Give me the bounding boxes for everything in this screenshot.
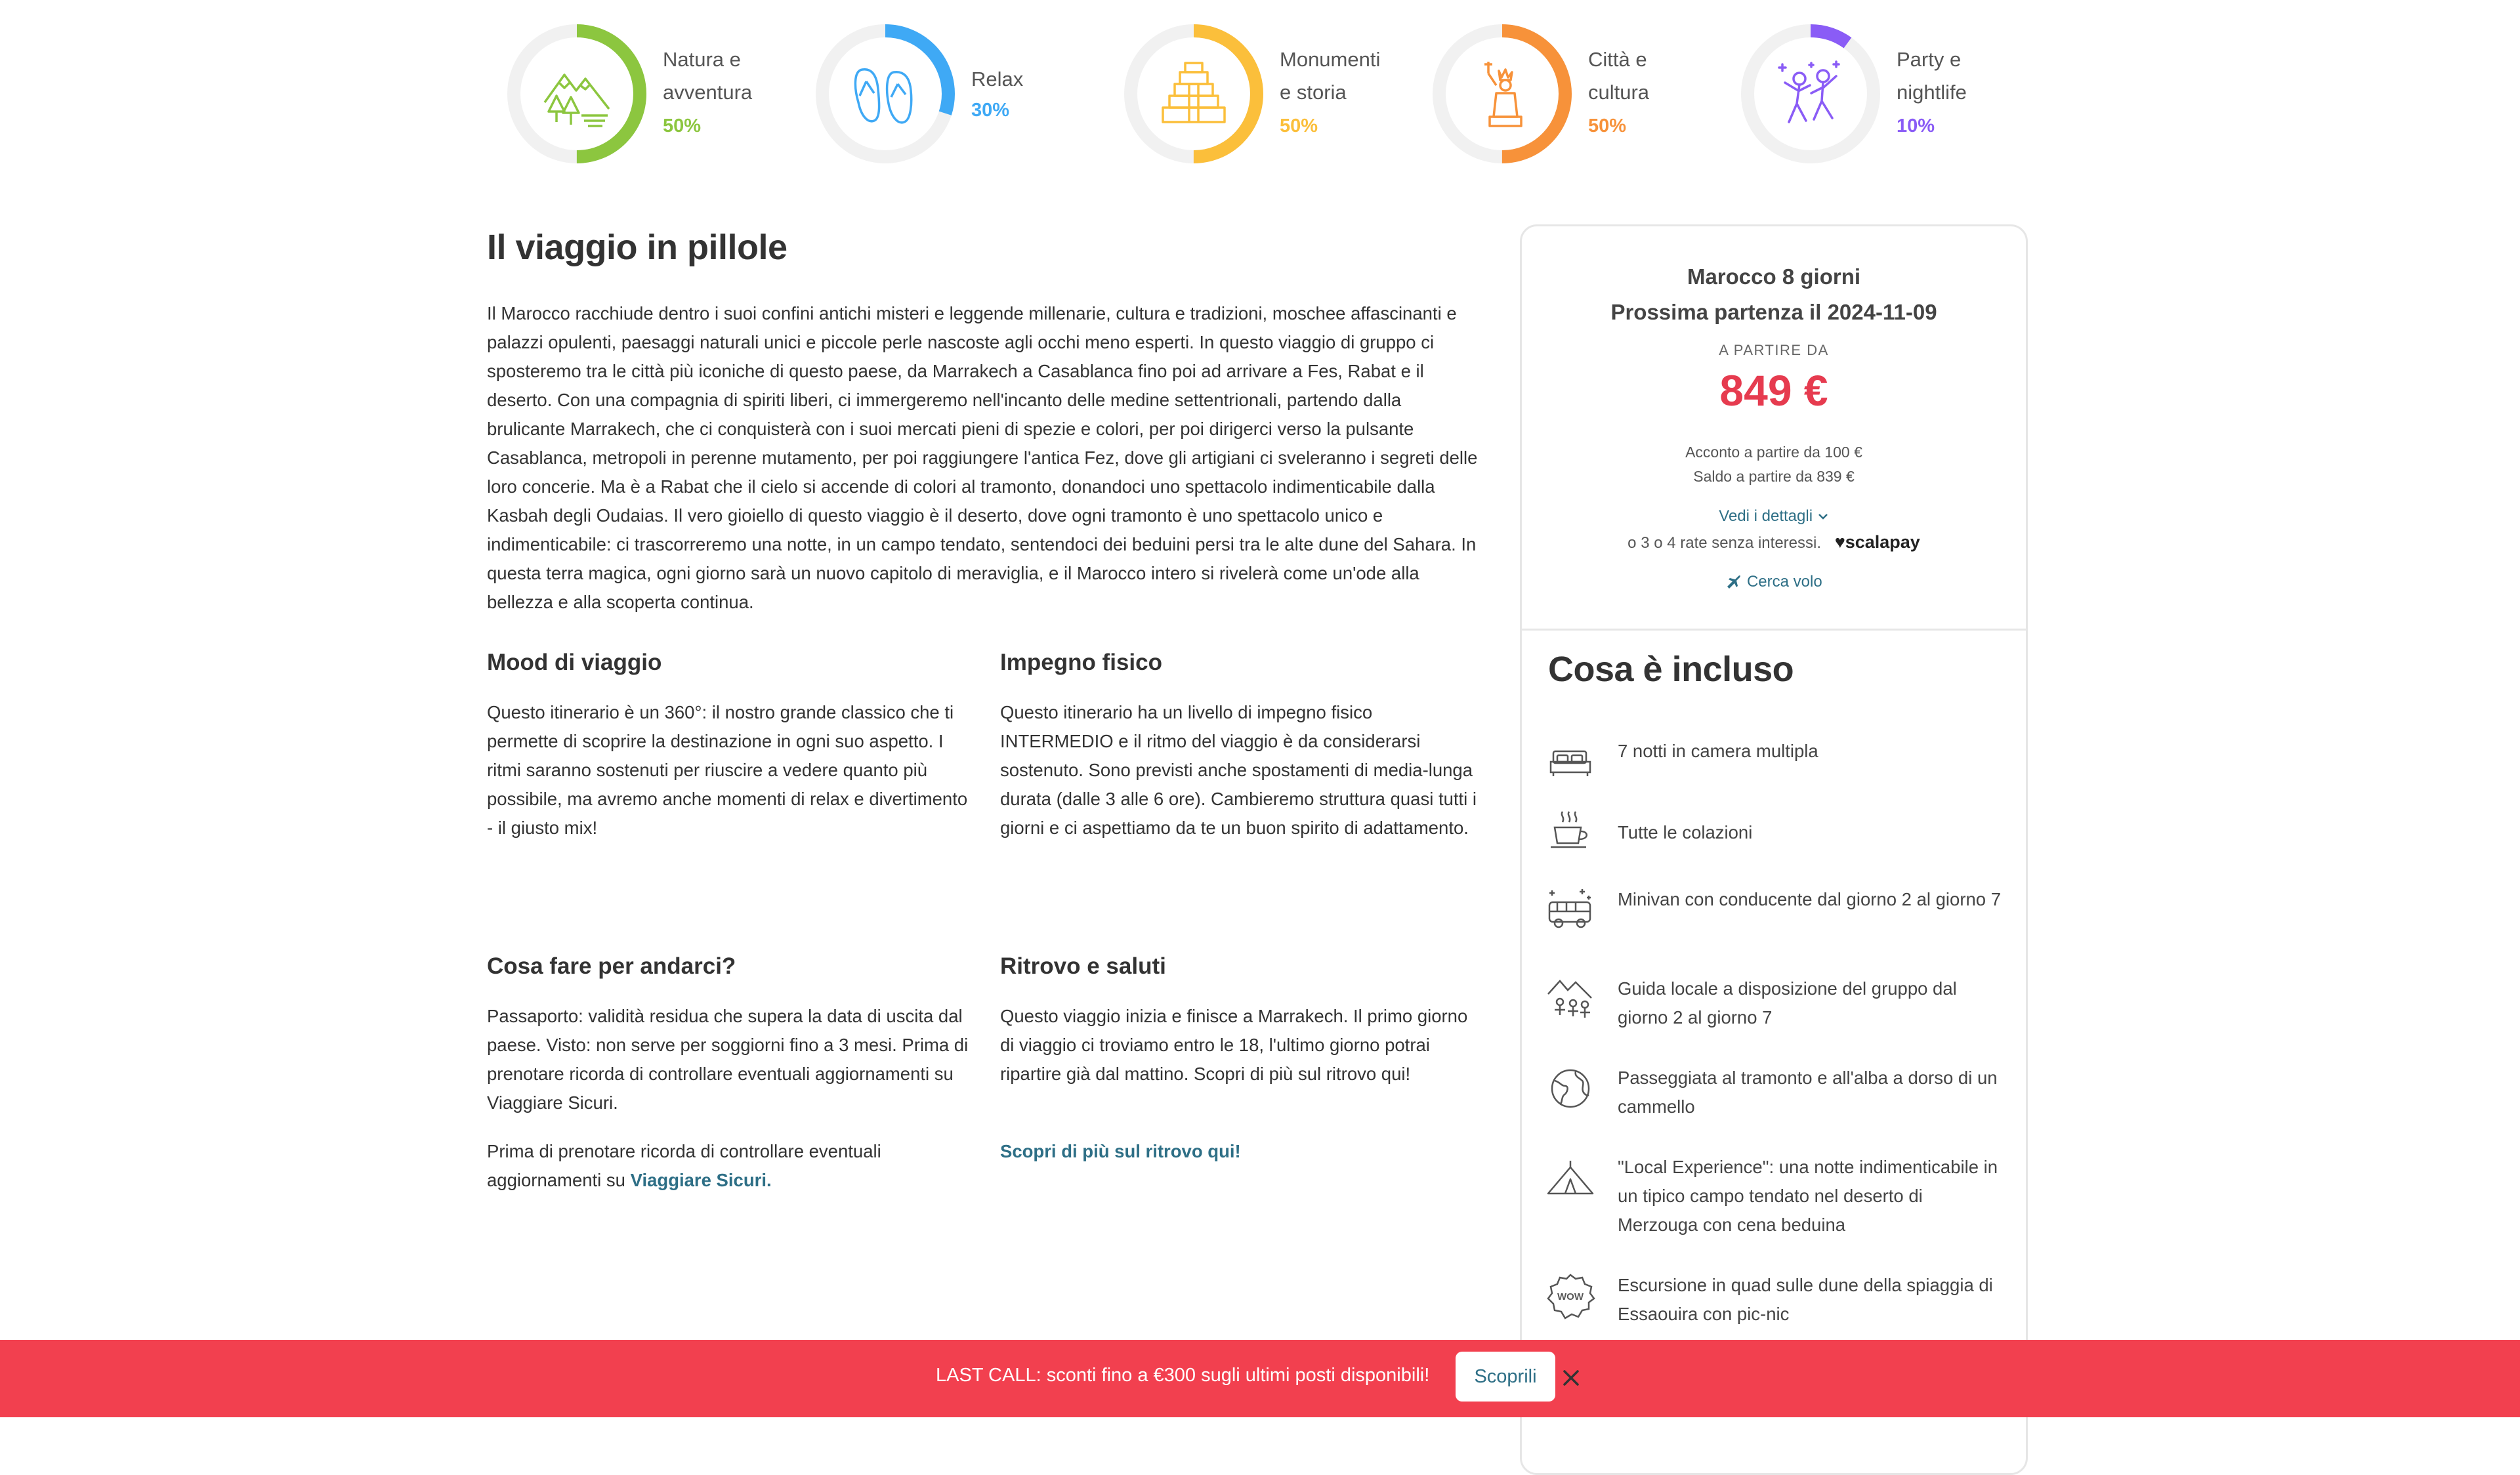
wow-badge-icon: WOW bbox=[1547, 1274, 1595, 1319]
balance-text: Saldo a partire da 839 € bbox=[1693, 468, 1855, 485]
mood-percent-party: 10% bbox=[1897, 115, 1935, 136]
mood-label-line1: Città e bbox=[1588, 48, 1647, 71]
scalapay-logo: ♥scalapay bbox=[1834, 532, 1920, 552]
mood-monumenti: Monumenti e storia 50% bbox=[1122, 22, 1411, 167]
included-text: "Local Experience": una notte indimentic… bbox=[1618, 1157, 1998, 1235]
meeting-section-title: Ritrovo e saluti bbox=[1000, 953, 1166, 979]
flip-flops-icon bbox=[854, 68, 913, 124]
mood-relax: Relax 30% bbox=[814, 22, 1102, 167]
mood-percent-citta: 50% bbox=[1588, 115, 1627, 136]
pyramid-icon bbox=[1162, 62, 1226, 123]
svg-text:WOW: WOW bbox=[1557, 1291, 1584, 1302]
details-toggle[interactable]: Vedi i dettagli bbox=[1522, 507, 2026, 526]
mood-label-relax: Relax bbox=[971, 63, 1023, 96]
payment-breakdown: Acconto a partire da 100 € Saldo a parti… bbox=[1522, 440, 2026, 489]
included-item: WOW Escursione in quad sulle dune della … bbox=[1545, 1271, 2005, 1337]
mood-percent-relax: 30% bbox=[971, 100, 1010, 121]
effort-section-text: Questo itinerario ha un livello di impeg… bbox=[1000, 702, 1477, 838]
next-departure: Prossima partenza il 2024-11-09 bbox=[1610, 300, 1937, 324]
included-item: Passeggiata al tramonto e all'alba a dor… bbox=[1545, 1064, 2005, 1129]
included-text: Escursione in quad sulle dune della spia… bbox=[1618, 1275, 1993, 1324]
included-item: Minivan con conducente dal giorno 2 al g… bbox=[1545, 885, 2005, 951]
deposit-text: Acconto a partire da 100 € bbox=[1685, 444, 1862, 461]
price-value: 849 € bbox=[1719, 366, 1828, 415]
requirements-section-title: Cosa fare per andarci? bbox=[487, 953, 736, 979]
included-text: 7 notti in camera multipla bbox=[1618, 741, 1818, 761]
mood-label-monumenti: Monumenti e storia bbox=[1280, 43, 1380, 109]
mood-citta: Città e cultura 50% bbox=[1431, 22, 1719, 167]
installments-text: o 3 o 4 rate senza interessi. bbox=[1628, 534, 1822, 552]
promo-banner-text: LAST CALL: sconti fino a €300 sugli ulti… bbox=[936, 1365, 1430, 1386]
mood-label-natura: Natura e avventura bbox=[663, 43, 752, 109]
dancing-people-icon bbox=[1778, 60, 1840, 123]
page-title: Il viaggio in pillole bbox=[487, 228, 788, 267]
included-text: Guida locale a disposizione del gruppo d… bbox=[1618, 978, 1957, 1028]
trip-mood-bar: Natura e avventura 50% Relax 30% Monumen… bbox=[0, 0, 2520, 171]
mood-label-line2: e storia bbox=[1280, 81, 1347, 104]
included-item: Guida locale a disposizione del gruppo d… bbox=[1545, 974, 2005, 1040]
search-flight-label[interactable]: Cerca volo bbox=[1747, 573, 1822, 591]
viaggiare-sicuri-link[interactable]: Viaggiare Sicuri. bbox=[631, 1170, 772, 1190]
coffee-cup-icon bbox=[1551, 811, 1587, 848]
included-item: 7 notti in camera multipla bbox=[1545, 737, 2005, 802]
chevron-down-icon bbox=[1818, 514, 1828, 520]
mood-party: Party e nightlife 10% bbox=[1739, 22, 2028, 167]
mood-label-line2: nightlife bbox=[1897, 81, 1967, 104]
mood-label-line1: Monumenti bbox=[1280, 48, 1381, 71]
globe-icon bbox=[1551, 1069, 1590, 1108]
included-text: Minivan con conducente dal giorno 2 al g… bbox=[1618, 889, 2001, 909]
installments-row: o 3 o 4 rate senza interessi. ♥scalapay bbox=[1522, 532, 2026, 552]
airplane-icon bbox=[1727, 575, 1741, 589]
promo-discover-button[interactable]: Scoprili bbox=[1456, 1352, 1555, 1402]
mood-label-party: Party e nightlife bbox=[1897, 43, 1967, 109]
promo-banner: LAST CALL: sconti fino a €300 sugli ulti… bbox=[0, 1340, 2520, 1417]
meeting-info-link[interactable]: Scopri di più sul ritrovo qui! bbox=[1000, 1141, 1241, 1161]
meeting-note: Scopri di più sul ritrovo qui! bbox=[1000, 1137, 1486, 1166]
price-from-label: A PARTIRE DA bbox=[1719, 342, 1829, 358]
trip-intro-text: Il Marocco racchiude dentro i suoi confi… bbox=[487, 303, 1478, 612]
mood-percent-monumenti: 50% bbox=[1280, 115, 1318, 136]
booking-card: Marocco 8 giorni Prossima partenza il 20… bbox=[1520, 224, 2028, 1475]
mood-label-line2: cultura bbox=[1588, 81, 1650, 104]
mood-label-line1: Natura e bbox=[663, 48, 741, 71]
included-text: Tutte le colazioni bbox=[1618, 822, 1753, 842]
card-divider bbox=[1522, 629, 2026, 631]
requirements-note: Prima di prenotare ricorda di controllar… bbox=[487, 1137, 973, 1195]
trip-name: Marocco 8 giorni bbox=[1687, 264, 1861, 289]
mood-label-line1: Party e bbox=[1897, 48, 1962, 71]
mood-percent-natura: 50% bbox=[663, 115, 702, 136]
mood-label-line1: Relax bbox=[971, 68, 1024, 91]
search-flight-button[interactable]: Cerca volo bbox=[1522, 573, 2026, 591]
meeting-section-text: Questo viaggio inizia e finisce a Marrak… bbox=[1000, 1006, 1468, 1084]
included-item: "Local Experience": una notte indimentic… bbox=[1545, 1153, 2005, 1245]
mood-section-title: Mood di viaggio bbox=[487, 650, 662, 675]
close-icon[interactable] bbox=[1558, 1365, 1584, 1391]
mood-section-text: Questo itinerario è un 360°: il nostro g… bbox=[487, 702, 968, 838]
statue-of-liberty-icon bbox=[1484, 62, 1522, 127]
included-item: Tutte le colazioni bbox=[1545, 805, 2005, 871]
guide-group-icon bbox=[1547, 980, 1592, 1018]
included-text: Passeggiata al tramonto e all'alba a dor… bbox=[1618, 1068, 1998, 1117]
mood-label-citta: Città e cultura bbox=[1588, 43, 1649, 109]
forest-mountain-icon bbox=[543, 73, 610, 127]
van-icon bbox=[1548, 889, 1591, 928]
bed-icon bbox=[1549, 750, 1591, 776]
details-link[interactable]: Vedi i dettagli bbox=[1719, 507, 1813, 525]
mood-natura: Natura e avventura 50% bbox=[505, 22, 794, 167]
booking-card-header: Marocco 8 giorni Prossima partenza il 20… bbox=[1522, 259, 2026, 330]
effort-section-title: Impegno fisico bbox=[1000, 650, 1162, 675]
tent-icon bbox=[1547, 1161, 1594, 1195]
requirements-section-text: Passaporto: validità residua che supera … bbox=[487, 1006, 969, 1113]
included-title: Cosa è incluso bbox=[1548, 650, 1794, 689]
mood-label-line2: avventura bbox=[663, 81, 753, 104]
